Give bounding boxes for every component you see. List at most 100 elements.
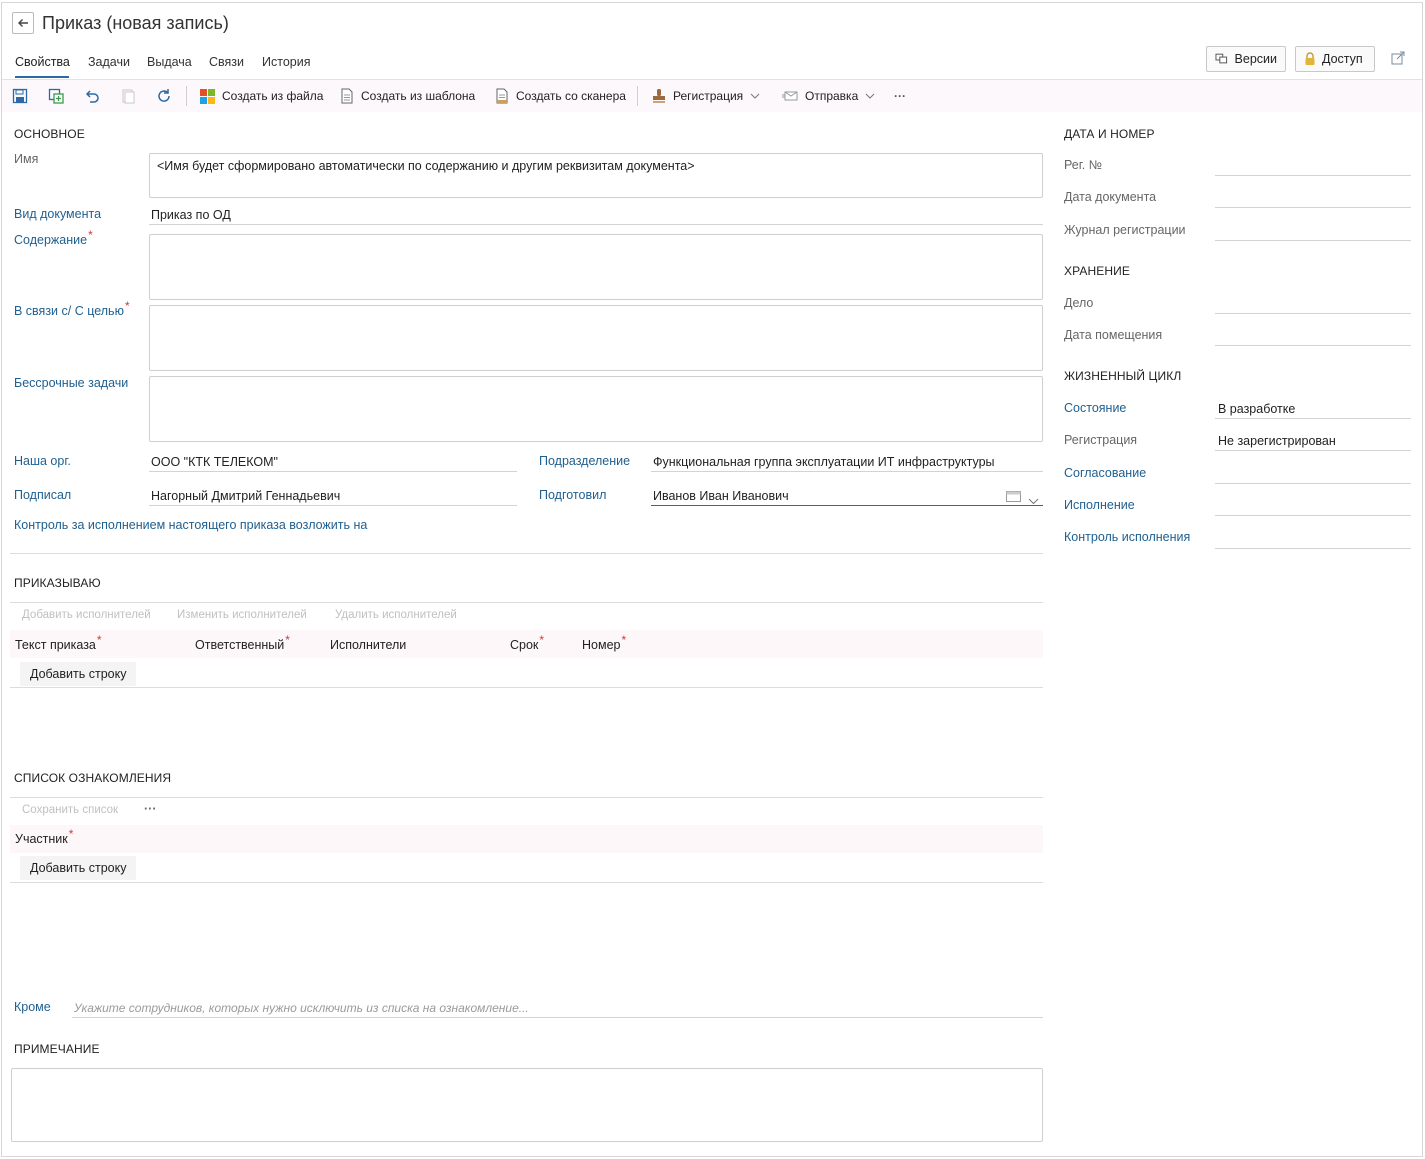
prepared-value[interactable]: Иванов Иван Иванович xyxy=(653,489,789,503)
purpose-textarea[interactable] xyxy=(149,305,1043,371)
grid-bottom-line xyxy=(10,687,1043,688)
reg-journal-field[interactable] xyxy=(1215,240,1411,241)
registration-state-underline xyxy=(1215,450,1411,451)
col-deadline[interactable]: Срок* xyxy=(510,634,544,652)
col-number[interactable]: Номер* xyxy=(582,634,626,652)
tab-properties[interactable]: Свойства xyxy=(15,55,70,69)
note-section-title: ПРИМЕЧАНИЕ xyxy=(14,1042,100,1056)
copy-button[interactable] xyxy=(120,88,136,107)
placement-date-label: Дата помещения xyxy=(1064,328,1163,342)
case-field[interactable] xyxy=(1215,313,1411,314)
change-executor-button[interactable]: Изменить исполнителей xyxy=(177,609,307,621)
except-input[interactable]: Укажите сотрудников, которых нужно исклю… xyxy=(74,1001,529,1015)
col-order-text[interactable]: Текст приказа* xyxy=(15,634,102,652)
signed-label: Подписал xyxy=(14,488,72,502)
date-section-title: ДАТА И НОМЕР xyxy=(1064,127,1155,141)
open-new-window-button[interactable] xyxy=(1391,51,1405,68)
section-divider xyxy=(10,553,1043,554)
control-label: Контроль за исполнением настоящего прика… xyxy=(14,518,368,532)
storage-section-title: ХРАНЕНИЕ xyxy=(1064,264,1130,278)
save-and-close-button[interactable] xyxy=(48,88,64,107)
registration-dropdown[interactable]: Регистрация xyxy=(652,88,760,104)
save-copy-icon xyxy=(48,88,64,104)
section-divider xyxy=(10,797,1043,798)
more-actions-button[interactable]: ··· xyxy=(894,88,906,104)
our-org-underline xyxy=(149,471,517,472)
content-textarea[interactable] xyxy=(149,234,1043,300)
lock-icon xyxy=(1305,52,1315,65)
state-underline xyxy=(1215,418,1411,419)
save-list-button[interactable]: Сохранить список xyxy=(22,804,118,816)
col-responsible[interactable]: Ответственный* xyxy=(195,634,290,652)
add-executor-button[interactable]: Добавить исполнителей xyxy=(22,609,151,621)
save-button[interactable] xyxy=(12,88,28,107)
external-link-icon xyxy=(1391,51,1405,65)
acquaint-more-button[interactable]: ··· xyxy=(144,802,157,816)
registration-state-value[interactable]: Не зарегистрирован xyxy=(1218,434,1336,448)
reg-no-label: Рег. № xyxy=(1064,158,1103,172)
toolbar-separator xyxy=(637,86,638,106)
office-icon xyxy=(200,88,215,104)
exec-control-label: Контроль исполнения xyxy=(1064,530,1191,544)
sending-dropdown[interactable]: Отправка xyxy=(782,88,875,104)
doc-kind-value[interactable]: Приказ по ОД xyxy=(151,208,231,222)
signed-value[interactable]: Нагорный Дмитрий Геннадьевич xyxy=(151,489,340,503)
except-underline xyxy=(72,1017,1043,1018)
card-select-icon[interactable] xyxy=(1006,490,1021,505)
delete-executor-button[interactable]: Удалить исполнителей xyxy=(335,609,457,621)
placement-date-field[interactable] xyxy=(1215,345,1411,346)
create-from-template-label: Создать из шаблона xyxy=(361,89,476,103)
refresh-button[interactable] xyxy=(156,88,172,107)
prepared-label: Подготовил xyxy=(539,488,607,502)
state-label: Состояние xyxy=(1064,401,1127,415)
reg-no-field[interactable] xyxy=(1215,175,1411,176)
chevron-down-icon xyxy=(865,93,875,99)
perpetual-tasks-textarea[interactable] xyxy=(149,376,1043,442)
envelope-send-icon xyxy=(782,91,798,101)
main-section-title: ОСНОВНОЕ xyxy=(14,127,85,141)
perpetual-tasks-label: Бессрочные задачи xyxy=(14,376,129,390)
page-title: Приказ (новая запись) xyxy=(42,13,229,33)
state-value[interactable]: В разработке xyxy=(1218,402,1295,416)
our-org-value[interactable]: ООО "КТК ТЕЛЕКОМ" xyxy=(151,455,278,469)
lifecycle-section-title: ЖИЗНЕННЫЙ ЦИКЛ xyxy=(1064,369,1182,383)
department-underline xyxy=(651,471,1043,472)
execution-field[interactable] xyxy=(1215,515,1411,516)
note-textarea[interactable] xyxy=(11,1068,1043,1142)
undo-button[interactable] xyxy=(84,88,100,107)
tab-issue[interactable]: Выдача xyxy=(147,55,192,69)
back-button[interactable] xyxy=(12,12,34,34)
col-executors[interactable]: Исполнители xyxy=(330,638,406,652)
acquaint-grid-header xyxy=(10,825,1043,853)
copy-icon xyxy=(122,89,135,104)
create-from-file-button[interactable]: Создать из файла xyxy=(200,88,323,104)
approval-field[interactable] xyxy=(1215,483,1411,484)
tab-history[interactable]: История xyxy=(262,55,310,69)
toolbar-separator xyxy=(186,86,187,106)
access-button[interactable]: Доступ xyxy=(1295,46,1375,72)
doc-kind-underline xyxy=(149,224,1043,225)
versions-button[interactable]: Версии xyxy=(1206,46,1286,72)
name-field[interactable]: <Имя будет сформировано автоматически по… xyxy=(149,153,1043,198)
create-from-scanner-label: Создать со сканера xyxy=(516,89,626,103)
department-value[interactable]: Функциональная группа эксплуатации ИТ ин… xyxy=(653,455,995,469)
reg-journal-label: Журнал регистрации xyxy=(1064,223,1186,237)
scanner-document-icon xyxy=(496,88,508,104)
doc-date-field[interactable] xyxy=(1215,207,1411,208)
doc-date-label: Дата документа xyxy=(1064,190,1157,204)
doc-kind-label: Вид документа xyxy=(14,207,102,221)
tab-tasks[interactable]: Задачи xyxy=(88,55,130,69)
tab-links[interactable]: Связи xyxy=(209,55,244,69)
acquaint-add-row-button[interactable]: Добавить строку xyxy=(20,856,137,880)
versions-icon xyxy=(1215,53,1228,64)
col-participant[interactable]: Участник* xyxy=(15,828,73,846)
arrow-left-icon xyxy=(18,19,28,27)
grid-bottom-line xyxy=(10,882,1043,883)
case-label: Дело xyxy=(1064,296,1094,310)
active-tab-indicator xyxy=(15,76,69,78)
versions-label: Версии xyxy=(1234,52,1277,66)
orders-add-row-button[interactable]: Добавить строку xyxy=(20,662,137,686)
exec-control-field[interactable] xyxy=(1215,548,1411,549)
create-from-scanner-button[interactable]: Создать со сканера xyxy=(495,88,626,104)
create-from-template-button[interactable]: Создать из шаблона xyxy=(340,88,475,104)
